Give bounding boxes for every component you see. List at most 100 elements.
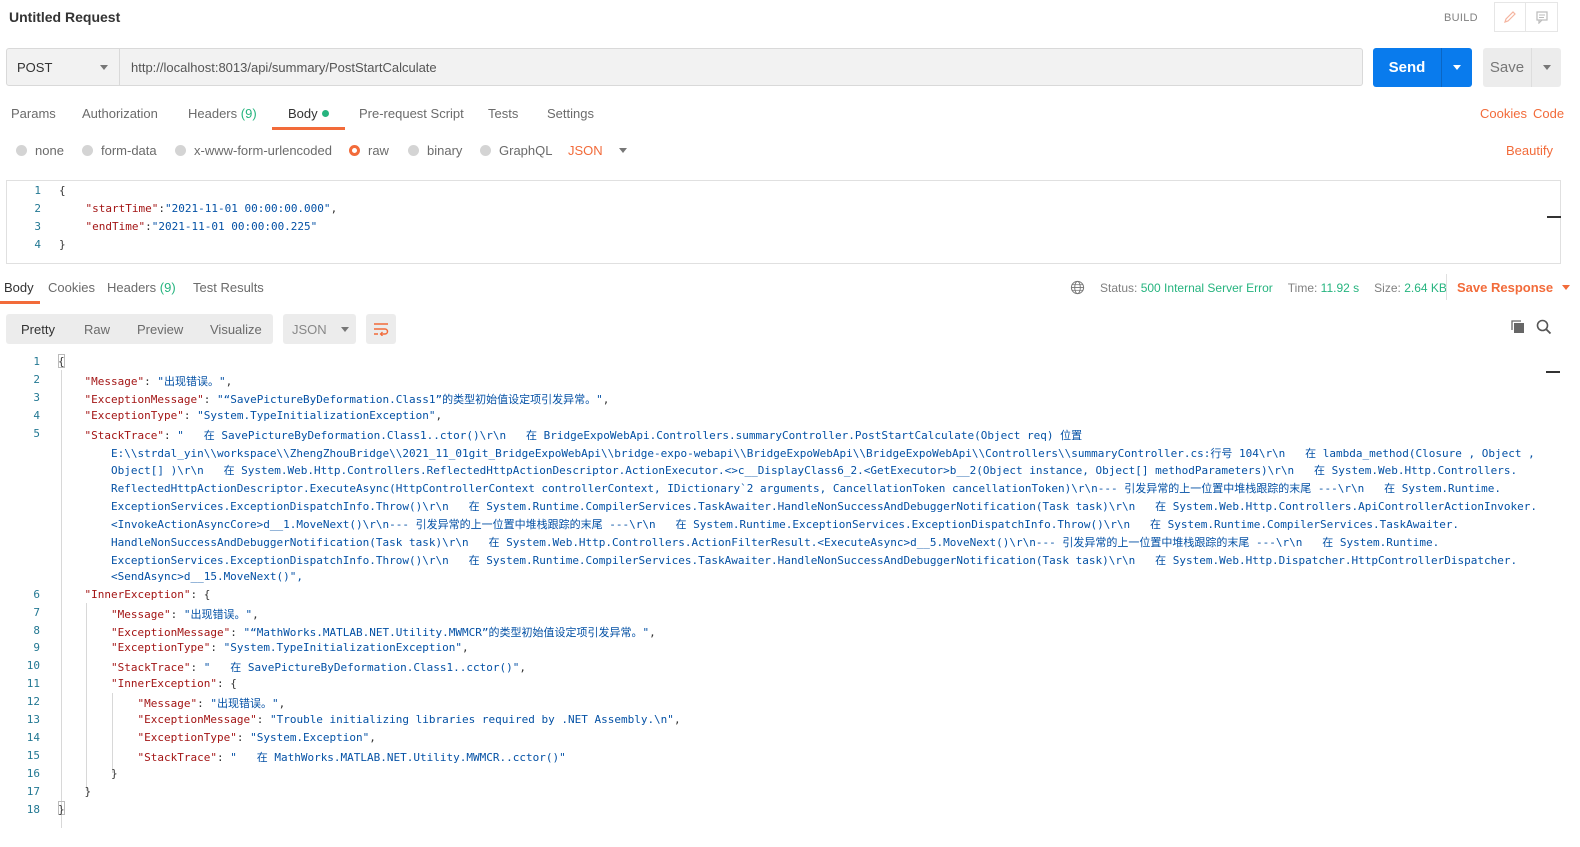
edit-button[interactable] [1494,2,1526,32]
tab-authorization[interactable]: Authorization [82,106,158,121]
search-button[interactable] [1536,319,1552,338]
chevron-down-icon [1542,65,1551,70]
code-line: "Message": "出现错误。", [137,697,286,711]
view-preview[interactable]: Preview [137,322,183,337]
line-number: 3 [33,390,40,404]
size-label: Size: [1374,280,1401,295]
chevron-down-icon [1562,285,1571,290]
code-line: "startTime":"2021-11-01 00:00:00.000", [85,202,338,215]
tab-pre-request-script[interactable]: Pre-request Script [359,106,464,121]
method-value: POST [17,59,53,75]
radio-form-data[interactable]: form-data [82,143,157,158]
response-tab-headers[interactable]: Headers (9) [107,280,176,295]
line-number: 4 [33,408,40,422]
method-select[interactable]: POST [6,48,120,86]
code-line: { [58,355,65,368]
beautify-link[interactable]: Beautify [1506,143,1553,158]
tab-params[interactable]: Params [11,106,56,121]
code-line: "InnerException": { [84,587,211,601]
line-number: 5 [33,426,40,440]
time-value[interactable]: 11.92 s [1321,281,1359,295]
line-number: 2 [33,372,40,386]
cookies-link[interactable]: Cookies [1480,106,1527,121]
line-number: 2 [34,202,41,215]
divider [1446,274,1447,300]
radio-urlencoded[interactable]: x-www-form-urlencoded [175,143,332,158]
send-options-button[interactable] [1441,48,1472,87]
radio-raw[interactable]: raw [349,143,389,158]
active-tab-indicator [0,301,40,304]
request-body-editor[interactable]: 1 { 2 "startTime":"2021-11-01 00:00:00.0… [6,180,1561,264]
response-body-viewer[interactable]: 1 {2 "Message": "出现错误。", 3 "ExceptionMessa… [6,352,1561,842]
status-label: Status: [1100,280,1138,295]
save-response-button[interactable]: Save Response [1457,280,1571,295]
response-format-select[interactable]: JSON [283,314,356,344]
save-button[interactable]: Save [1483,48,1531,87]
response-tab-body[interactable]: Body [4,280,34,295]
globe-icon[interactable] [1070,280,1085,295]
radio-none[interactable]: none [16,143,64,158]
response-status-bar: Status: 500 Internal Server Error Time: … [1070,280,1447,295]
code-line: <SendAsync>d__15.MoveNext()", [58,569,304,583]
copy-button[interactable] [1510,319,1526,338]
radio-button[interactable] [175,145,186,156]
radio-button-selected[interactable] [349,145,360,156]
line-number: 9 [33,641,40,655]
send-button[interactable]: Send [1373,48,1441,87]
line-number: 14 [26,730,40,744]
radio-button[interactable] [16,145,27,156]
code-line: "Message": "出现错误。", [84,374,233,388]
view-visualize[interactable]: Visualize [210,322,262,337]
code-line: { [59,184,66,197]
radio-graphql[interactable]: GraphQL [480,143,552,158]
radio-binary[interactable]: binary [408,143,462,158]
code-line: "ExceptionType": "System.Exception", [137,730,376,744]
response-tab-cookies[interactable]: Cookies [48,280,95,295]
code-line: ExceptionServices.ExceptionDispatchInfo.… [58,500,1537,514]
code-line: "Message": "出现错误。", [110,607,259,621]
size-value[interactable]: 2.64 KB [1404,281,1447,295]
code-line: <InvokeActionAsyncCore>d__1.MoveNext()\r… [58,518,1460,532]
line-number: 7 [33,605,40,619]
code-line: ExceptionServices.ExceptionDispatchInfo.… [58,553,1518,567]
scrollbar-marker [1546,371,1560,373]
line-number: 1 [34,184,41,197]
save-options-button[interactable] [1531,48,1561,87]
chevron-down-icon [100,65,108,70]
radio-button[interactable] [408,145,419,156]
view-pretty[interactable]: Pretty [21,322,55,337]
comments-button[interactable] [1526,2,1558,32]
build-label[interactable]: BUILD [1444,12,1478,24]
copy-icon [1511,320,1524,333]
tab-body[interactable]: Body [288,106,329,121]
wrap-lines-button[interactable] [366,314,396,344]
pencil-icon [1504,11,1516,23]
code-line: E:\\strdal_yin\\workspace\\ZhengZhouBrid… [58,446,1535,460]
tab-settings[interactable]: Settings [547,106,594,121]
view-raw[interactable]: Raw [84,322,110,337]
line-number: 1 [33,355,40,368]
code-line: "StackTrace": " 在 MathWorks.MATLAB.NET.U… [137,750,566,764]
code-line: } [59,238,66,251]
tab-headers[interactable]: Headers (9) [188,106,257,121]
radio-button[interactable] [82,145,93,156]
url-input[interactable] [120,48,1363,86]
line-number: 3 [34,220,41,233]
tab-tests[interactable]: Tests [488,106,518,121]
code-line: HandleNonSuccessAndDebuggerNotification(… [58,536,1440,549]
code-line: "ExceptionType": "System.TypeInitializat… [84,408,443,422]
code-line: Object[] )\r\n 在 System.Web.Http.Control… [58,464,1518,478]
line-number: 17 [26,784,40,798]
chevron-down-icon [340,326,349,332]
code-line: ReflectedHttpActionDescriptor.ExecuteAsy… [58,482,1502,496]
response-tab-test-results[interactable]: Test Results [193,280,264,295]
code-link[interactable]: Code [1533,106,1564,121]
status-value[interactable]: 500 Internal Server Error [1141,281,1273,295]
search-icon [1536,319,1552,335]
body-format-select[interactable]: JSON [568,143,627,158]
chevron-down-icon [618,148,627,153]
radio-button[interactable] [480,145,491,156]
code-line: "StackTrace": " 在 SavePictureByDeformati… [110,661,526,675]
line-number: 10 [26,659,40,673]
request-title[interactable]: Untitled Request [9,9,120,25]
